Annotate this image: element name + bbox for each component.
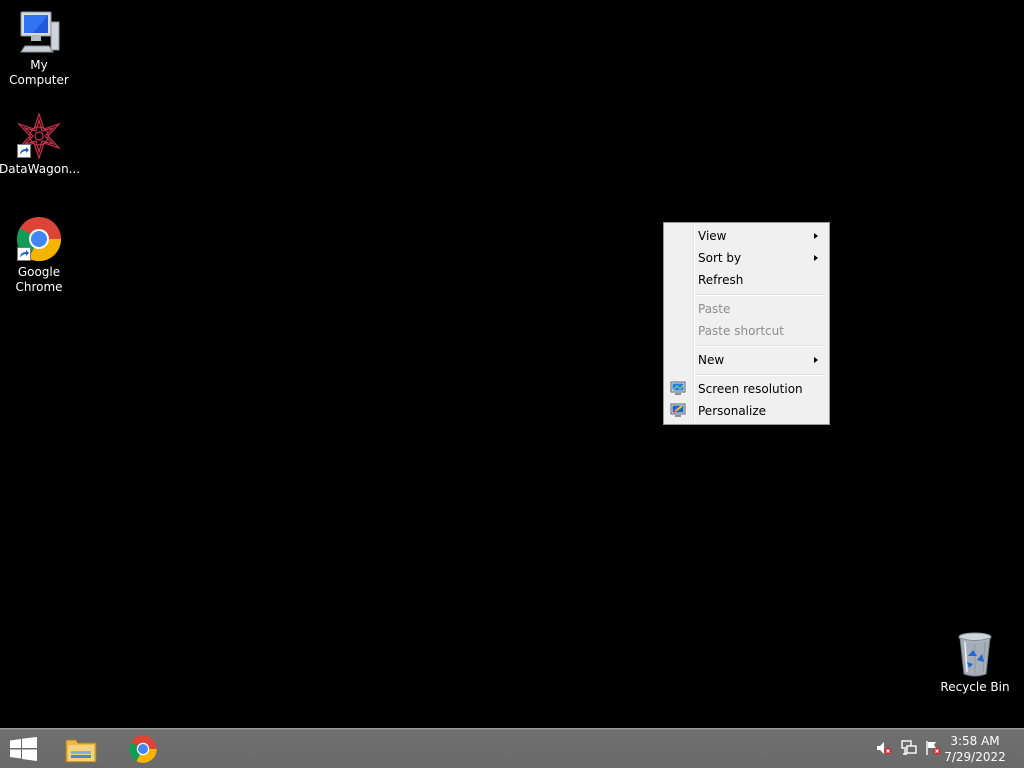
menu-item-label: View [698,229,727,243]
my-computer-icon [15,8,63,56]
clock-time: 3:58 AM [950,734,1000,748]
submenu-arrow-icon [814,357,818,363]
menu-item-label: Paste [698,302,731,316]
desktop-icon-my-computer[interactable]: My Computer [0,8,79,88]
desktop-icon-label: My Computer [9,58,69,87]
menu-separator [695,374,826,376]
chrome-icon [128,734,158,768]
action-center-flag-icon[interactable] [925,740,941,756]
taskbar-clock[interactable]: 3:58 AM 7/29/2022 [940,733,1010,765]
windows-logo-icon [10,737,38,765]
recycle-bin-icon [951,630,999,678]
volume-muted-icon[interactable] [876,740,892,756]
desktop-context-menu[interactable]: View Sort by Refresh Paste Paste shortcu… [663,222,830,425]
menu-item-label: Sort by [698,251,742,265]
system-tray: 3:58 AM 7/29/2022 [864,729,1024,768]
taskbar[interactable]: 3:58 AM 7/29/2022 [0,728,1024,768]
menu-item-label: Paste shortcut [698,324,784,338]
menu-item-new[interactable]: New [666,349,827,371]
menu-item-paste: Paste [666,298,827,320]
menu-item-paste-shortcut: Paste shortcut [666,320,827,342]
menu-item-label: Personalize [698,404,767,418]
menu-separator [695,345,826,347]
menu-item-label: Screen resolution [698,382,803,396]
desktop-icon-google-chrome[interactable]: Google Chrome [0,215,79,295]
clock-date: 7/29/2022 [944,750,1006,764]
menu-item-label: New [698,353,725,367]
shortcut-arrow-icon [17,247,31,261]
submenu-arrow-icon [814,233,818,239]
chrome-icon [15,215,63,263]
desktop-icon-label: Recycle Bin [940,680,1010,694]
menu-item-refresh[interactable]: Refresh [666,269,827,291]
menu-item-personalize[interactable]: Personalize [666,400,827,422]
desktop-icon-recycle-bin[interactable]: Recycle Bin [935,630,1015,695]
file-explorer-icon [65,735,97,767]
menu-item-view[interactable]: View [666,225,827,247]
menu-item-label: Refresh [698,273,744,287]
desktop-icon-label: Google Chrome [15,265,63,294]
menu-item-screen-resolution[interactable]: Screen resolution [666,378,827,400]
datawagon-icon [15,112,63,160]
screen-resolution-icon [670,381,686,397]
menu-item-sort-by[interactable]: Sort by [666,247,827,269]
taskbar-chrome-button[interactable] [120,729,166,768]
desktop-icon-label: DataWagon... [0,162,81,176]
taskbar-file-explorer-button[interactable] [58,729,104,768]
network-icon[interactable] [901,740,917,756]
start-button[interactable] [0,729,48,768]
shortcut-arrow-icon [17,144,31,158]
menu-separator [695,294,826,296]
desktop-icon-datawagon[interactable]: DataWagon... [0,112,81,177]
desktop[interactable]: My Computer DataWagon... Google Chrome R… [0,0,1024,728]
personalize-icon [670,403,686,419]
submenu-arrow-icon [814,255,818,261]
